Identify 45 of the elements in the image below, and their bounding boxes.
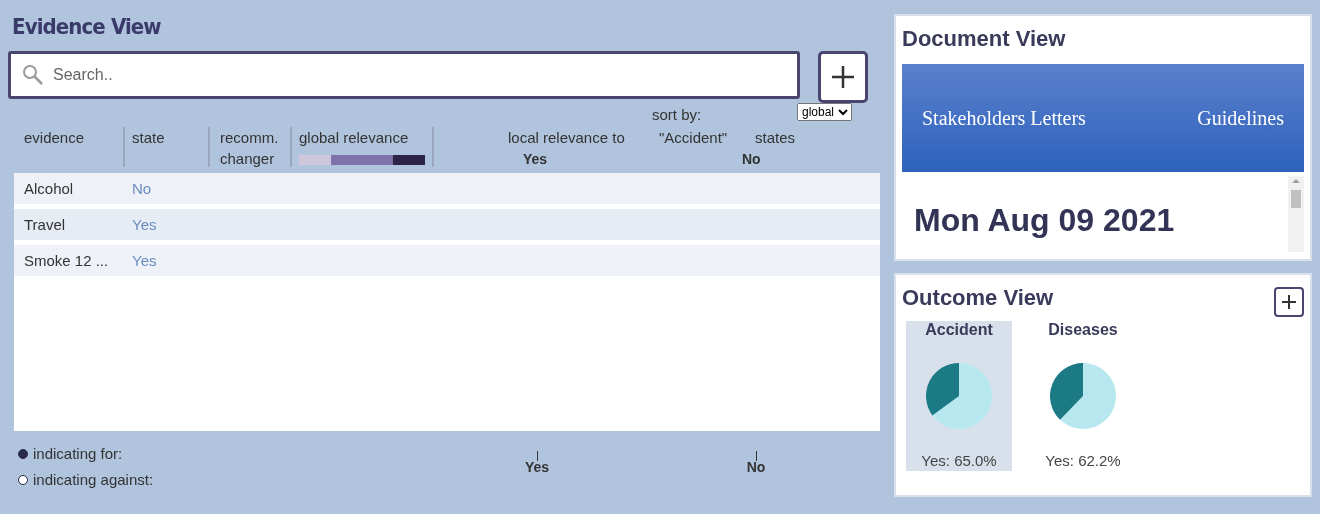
plus-icon [1281, 294, 1297, 310]
outcome-name: Diseases [1048, 321, 1118, 339]
table-row[interactable]: Alcohol No [14, 173, 880, 204]
legend-dot-icon [18, 474, 28, 485]
scrollbar[interactable] [1288, 176, 1304, 252]
document-tab[interactable]: Stakeholders Letters [922, 106, 1086, 130]
outcome-card[interactable]: Accident Yes: 65.0% [906, 321, 1012, 471]
legend-dot-icon [18, 448, 28, 459]
state-label: No [742, 150, 761, 169]
column-header: local relevance to [508, 128, 625, 148]
panel-title: Document View [902, 26, 1066, 52]
panel-title: Evidence View [12, 14, 162, 39]
axis-label: No [746, 459, 766, 475]
evidence-name: Alcohol [23, 180, 75, 197]
evidence-name: Smoke 12 ... [23, 252, 110, 269]
table-row[interactable]: Travel Yes [14, 209, 880, 240]
outcome-card[interactable]: Diseases Yes: 62.2% [1030, 321, 1136, 471]
outcome-caption: Yes: 62.2% [1045, 452, 1121, 469]
state-value: Yes [132, 216, 157, 233]
column-header: global relevance [299, 128, 409, 148]
column-header: states [755, 128, 796, 148]
add-button[interactable] [818, 51, 868, 103]
outcome-caption: Yes: 65.0% [921, 452, 997, 469]
sort-label: sort by: [652, 105, 702, 125]
column-header: state [132, 128, 165, 148]
legend-label: indicating against: [33, 471, 154, 488]
axis-label: Yes [524, 459, 550, 475]
column-header: recomm. changer [220, 128, 279, 169]
document-tab[interactable]: Guidelines [1197, 106, 1284, 130]
plus-icon [830, 64, 856, 90]
panel-title: Outcome View [902, 285, 1054, 311]
sort-dropdown[interactable]: global [797, 103, 852, 121]
search-field[interactable]: Search.. [8, 51, 800, 99]
outcome-label: "Accident" [659, 128, 728, 148]
legend-label: indicating for: [33, 445, 123, 462]
table-row[interactable]: Smoke 12 ... Yes [14, 245, 880, 276]
search-icon [22, 64, 44, 86]
state-label: Yes [523, 150, 548, 169]
evidence-name: Travel [23, 216, 67, 233]
outcome-name: Accident [925, 321, 993, 339]
column-header: evidence [24, 128, 85, 148]
document-date: Mon Aug 09 2021 [914, 202, 1175, 240]
state-value: No [132, 180, 152, 197]
add-button[interactable] [1274, 287, 1304, 317]
state-value: Yes [132, 252, 157, 269]
